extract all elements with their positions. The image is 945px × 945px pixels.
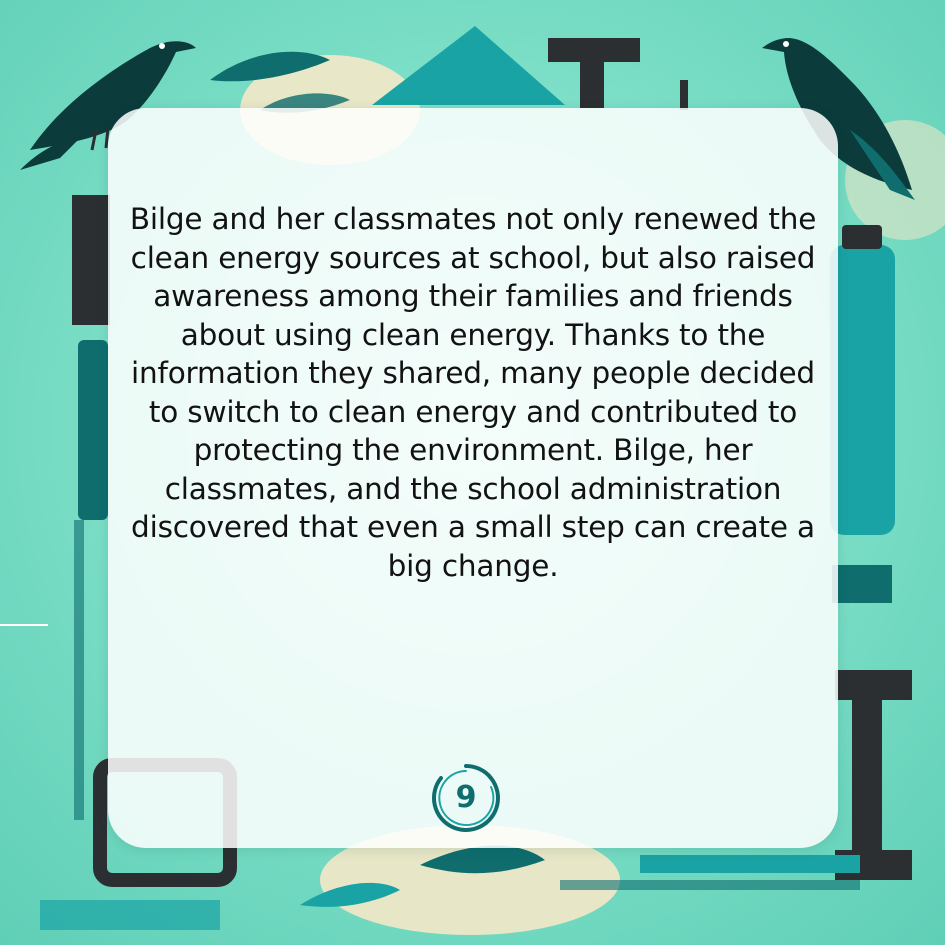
bar-bottom xyxy=(560,880,860,890)
book-spine-left xyxy=(72,195,110,325)
book-right-icon xyxy=(832,565,892,603)
teal-triangle-icon xyxy=(372,26,565,105)
bottle-cap-icon xyxy=(842,225,882,249)
book-bottom-icon xyxy=(40,900,220,930)
bottle-right-icon xyxy=(830,245,895,535)
pencil-top-icon xyxy=(680,80,688,110)
page-number: 9 xyxy=(455,780,477,815)
story-text: Bilge and her classmates not only renewe… xyxy=(129,202,817,583)
ruler-bottom-icon xyxy=(640,855,860,873)
letter-t-icon xyxy=(548,38,640,108)
story-card: Bilge and her classmates not only renewe… xyxy=(108,108,838,848)
letter-i-icon xyxy=(835,670,912,880)
ruler-left xyxy=(74,520,84,820)
page-number-badge: 9 xyxy=(431,763,501,833)
bottle-left-icon xyxy=(78,340,108,520)
